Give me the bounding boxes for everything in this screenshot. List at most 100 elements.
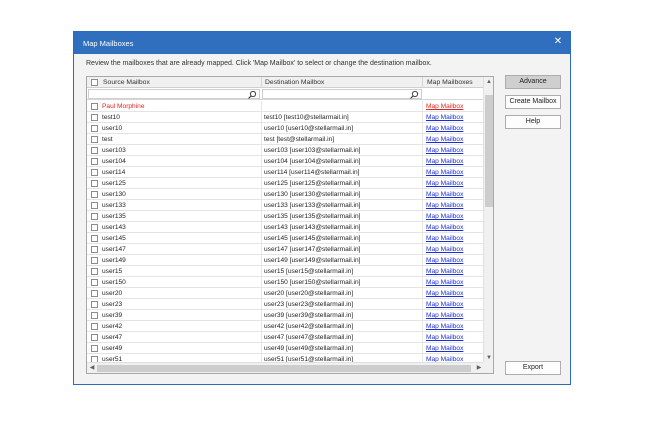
source-mailbox-cell: user39 <box>102 312 123 319</box>
map-mailbox-link[interactable]: Map Mailbox <box>426 288 463 299</box>
row-checkbox[interactable] <box>91 158 98 165</box>
source-filter-input[interactable] <box>88 89 260 99</box>
table-row[interactable]: test test [test@stellarmail.in] Map Mailbo… <box>87 134 484 145</box>
row-checkbox[interactable] <box>91 257 98 264</box>
row-checkbox[interactable] <box>91 268 98 275</box>
table-row[interactable]: user103 user103 [user103@stellarmail.in] M… <box>87 145 484 156</box>
row-checkbox[interactable] <box>91 334 98 341</box>
row-checkbox[interactable] <box>91 235 98 242</box>
map-mailbox-link[interactable]: Map Mailbox <box>426 321 463 332</box>
map-mailbox-link[interactable]: Map Mailbox <box>426 112 463 123</box>
map-mailbox-link[interactable]: Map Mailbox <box>426 189 463 200</box>
map-mailbox-link[interactable]: Map Mailbox <box>426 244 463 255</box>
destination-filter-input[interactable] <box>262 89 422 99</box>
horizontal-scrollbar[interactable]: ◀ ▶ <box>87 362 484 373</box>
table-row[interactable]: user150 user150 [user150@stellarmail.in] M… <box>87 277 484 288</box>
row-checkbox[interactable] <box>91 169 98 176</box>
row-checkbox[interactable] <box>91 213 98 220</box>
table-row[interactable]: user23 user23 [user23@stellarmail.in] Map … <box>87 299 484 310</box>
row-checkbox[interactable] <box>91 345 98 352</box>
map-mailbox-link[interactable]: Map Mailbox <box>426 222 463 233</box>
scroll-left-icon[interactable]: ◀ <box>87 363 97 373</box>
row-checkbox[interactable] <box>91 191 98 198</box>
advance-button[interactable]: Advance <box>505 75 561 89</box>
destination-mailbox-cell: user39 [user39@stellarmail.in] <box>264 312 354 319</box>
table-row[interactable]: user42 user42 [user42@stellarmail.in] Map … <box>87 321 484 332</box>
help-button[interactable]: Help <box>505 115 561 129</box>
destination-mailbox-cell: user47 [user47@stellarmail.in] <box>264 334 354 341</box>
horizontal-scroll-thumb[interactable] <box>97 365 471 372</box>
row-checkbox[interactable] <box>91 323 98 330</box>
row-checkbox[interactable] <box>91 202 98 209</box>
table-row[interactable]: user39 user39 [user39@stellarmail.in] Map … <box>87 310 484 321</box>
scroll-up-icon[interactable]: ▲ <box>484 77 493 87</box>
map-mailbox-link[interactable]: Map Mailbox <box>426 266 463 277</box>
map-mailbox-link[interactable]: Map Mailbox <box>426 145 463 156</box>
table-row[interactable]: user145 user145 [user145@stellarmail.in] M… <box>87 233 484 244</box>
map-mailbox-link[interactable]: Map Mailbox <box>426 178 463 189</box>
table-row[interactable]: user125 user125 [user125@stellarmail.in] M… <box>87 178 484 189</box>
filter-row <box>87 88 484 100</box>
row-checkbox[interactable] <box>91 279 98 286</box>
row-checkbox[interactable] <box>91 301 98 308</box>
row-checkbox[interactable] <box>91 147 98 154</box>
row-checkbox[interactable] <box>91 103 98 110</box>
table-row[interactable]: user143 user143 [user143@stellarmail.in] M… <box>87 222 484 233</box>
table-row[interactable]: user47 user47 [user47@stellarmail.in] Map … <box>87 332 484 343</box>
table-row[interactable]: user130 user130 [user130@stellarmail.in] M… <box>87 189 484 200</box>
table-row[interactable]: user104 user104 [user104@stellarmail.in] M… <box>87 156 484 167</box>
map-mailbox-link[interactable]: Map Mailbox <box>426 332 463 343</box>
column-header-map[interactable]: Map Mailboxes <box>427 77 473 88</box>
map-mailbox-link[interactable]: Map Mailbox <box>426 255 463 266</box>
vertical-scroll-thumb[interactable] <box>485 95 493 207</box>
table-row[interactable]: user147 user147 [user147@stellarmail.in] M… <box>87 244 484 255</box>
table-row[interactable]: user15 user15 [user15@stellarmail.in] Map … <box>87 266 484 277</box>
column-header-destination[interactable]: Destination Mailbox <box>265 77 324 88</box>
map-mailbox-link[interactable]: Map Mailbox <box>426 200 463 211</box>
select-all-checkbox[interactable] <box>91 79 98 86</box>
column-header-source[interactable]: Source Mailbox <box>103 77 150 88</box>
destination-mailbox-cell: user150 [user150@stellarmail.in] <box>264 279 361 286</box>
row-checkbox[interactable] <box>91 180 98 187</box>
table-row[interactable]: user149 user149 [user149@stellarmail.in] M… <box>87 255 484 266</box>
map-mailbox-link[interactable]: Map Mailbox <box>426 310 463 321</box>
map-mailbox-link[interactable]: Map Mailbox <box>426 343 463 354</box>
table-row[interactable]: user135 user135 [user135@stellarmail.in] M… <box>87 211 484 222</box>
table-row[interactable]: user133 user133 [user133@stellarmail.in] M… <box>87 200 484 211</box>
map-mailbox-link[interactable]: Map Mailbox <box>426 123 463 134</box>
row-checkbox[interactable] <box>91 246 98 253</box>
table-row[interactable]: test10 test10 [test10@stellarmail.in] Map … <box>87 112 484 123</box>
vertical-scrollbar[interactable]: ▲ ▼ <box>483 77 493 363</box>
source-mailbox-cell: user104 <box>102 158 126 165</box>
close-icon[interactable]: ✕ <box>552 36 564 48</box>
create-mailbox-button[interactable]: Create Mailbox <box>505 95 561 109</box>
table-row[interactable]: Paul Morphine Map Mailbox <box>87 101 484 112</box>
map-mailbox-link[interactable]: Map Mailbox <box>426 277 463 288</box>
row-checkbox[interactable] <box>91 114 98 121</box>
search-icon[interactable] <box>247 90 257 100</box>
table-row[interactable]: user10 user10 [user10@stellarmail.in] Map … <box>87 123 484 134</box>
row-checkbox[interactable] <box>91 224 98 231</box>
table-row[interactable]: user49 user49 [user49@stellarmail.in] Map … <box>87 343 484 354</box>
map-mailbox-link[interactable]: Map Mailbox <box>426 233 463 244</box>
map-mailbox-link[interactable]: Map Mailbox <box>426 299 463 310</box>
destination-mailbox-cell: user20 [user20@stellarmail.in] <box>264 290 354 297</box>
table-row[interactable]: user20 user20 [user20@stellarmail.in] Map … <box>87 288 484 299</box>
map-mailbox-link[interactable]: Map Mailbox <box>426 167 463 178</box>
row-checkbox[interactable] <box>91 312 98 319</box>
source-mailbox-cell: Paul Morphine <box>102 103 145 110</box>
table-row[interactable]: user114 user114 [user114@stellarmail.in] M… <box>87 167 484 178</box>
map-mailbox-link[interactable]: Map Mailbox <box>426 156 463 167</box>
map-mailbox-link[interactable]: Map Mailbox <box>426 101 463 112</box>
map-mailbox-link[interactable]: Map Mailbox <box>426 134 463 145</box>
search-icon[interactable] <box>409 90 419 100</box>
row-checkbox[interactable] <box>91 290 98 297</box>
export-button[interactable]: Export <box>505 361 561 375</box>
source-mailbox-cell: user145 <box>102 235 126 242</box>
row-checkbox[interactable] <box>91 136 98 143</box>
map-mailbox-link[interactable]: Map Mailbox <box>426 211 463 222</box>
row-checkbox[interactable] <box>91 125 98 132</box>
source-mailbox-cell: user125 <box>102 180 126 187</box>
source-mailbox-cell: user20 <box>102 290 123 297</box>
source-mailbox-cell: user23 <box>102 301 123 308</box>
